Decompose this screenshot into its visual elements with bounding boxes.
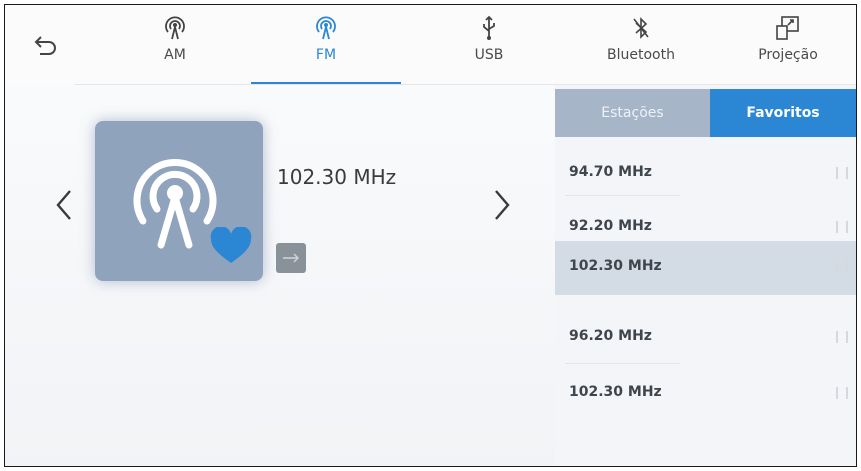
drag-handle-icon[interactable] — [836, 167, 848, 179]
tab-usb[interactable]: USB — [419, 9, 559, 85]
tab-am-label: AM — [164, 47, 186, 63]
radio-antenna-icon — [165, 16, 185, 40]
chevron-left-icon — [56, 190, 71, 220]
drag-handle-icon[interactable] — [836, 387, 848, 399]
radio-antenna-icon — [316, 16, 336, 40]
previous-station-button[interactable] — [49, 185, 79, 225]
list-item-frequency: 92.20 MHz — [569, 218, 652, 234]
list-item[interactable]: 102.30 MHz — [555, 367, 856, 421]
arrow-right-icon — [283, 253, 299, 263]
current-frequency: 102.30 MHz — [277, 165, 397, 189]
drag-handle-icon[interactable] — [836, 221, 848, 233]
list-divider — [565, 195, 680, 196]
station-action-button[interactable] — [276, 243, 306, 273]
tab-usb-label: USB — [474, 47, 504, 63]
list-item-frequency: 102.30 MHz — [569, 258, 662, 274]
usb-icon — [483, 15, 495, 40]
drag-handle-icon[interactable] — [836, 331, 848, 343]
chevron-right-icon — [495, 190, 510, 220]
next-station-button[interactable] — [487, 185, 517, 225]
list-item-selected[interactable]: 102.30 MHz — [555, 241, 856, 295]
tab-fm-label: FM — [315, 47, 337, 63]
drag-handle-icon[interactable] — [836, 261, 848, 273]
tab-stations[interactable]: Estações — [555, 89, 710, 137]
back-button[interactable] — [27, 25, 67, 65]
list-item[interactable]: 94.70 MHz — [555, 147, 856, 201]
tab-fm[interactable]: FM — [256, 9, 396, 85]
tab-projecao-label: Projeção — [758, 47, 818, 63]
tab-projecao[interactable]: Projeção — [718, 9, 856, 85]
tab-bluetooth[interactable]: Bluetooth — [571, 9, 711, 85]
radio-screen: AM FM USB Bluetooth Projeção 102.30 MHz … — [4, 4, 857, 467]
list-divider — [565, 363, 680, 364]
top-nav: AM FM USB Bluetooth Projeção — [5, 5, 856, 85]
tab-am[interactable]: AM — [105, 9, 245, 85]
list-item[interactable]: 96.20 MHz — [555, 311, 856, 365]
list-item-frequency: 102.30 MHz — [569, 384, 662, 400]
list-item-frequency: 94.70 MHz — [569, 164, 652, 180]
station-artwork — [95, 121, 263, 281]
bluetooth-off-icon — [633, 17, 649, 39]
tab-bluetooth-label: Bluetooth — [607, 47, 675, 63]
back-arrow-icon — [34, 36, 56, 55]
tab-favorites[interactable]: Favoritos — [710, 89, 856, 137]
list-item-frequency: 96.20 MHz — [569, 328, 652, 344]
projection-icon — [776, 16, 799, 40]
heart-icon — [210, 227, 252, 263]
